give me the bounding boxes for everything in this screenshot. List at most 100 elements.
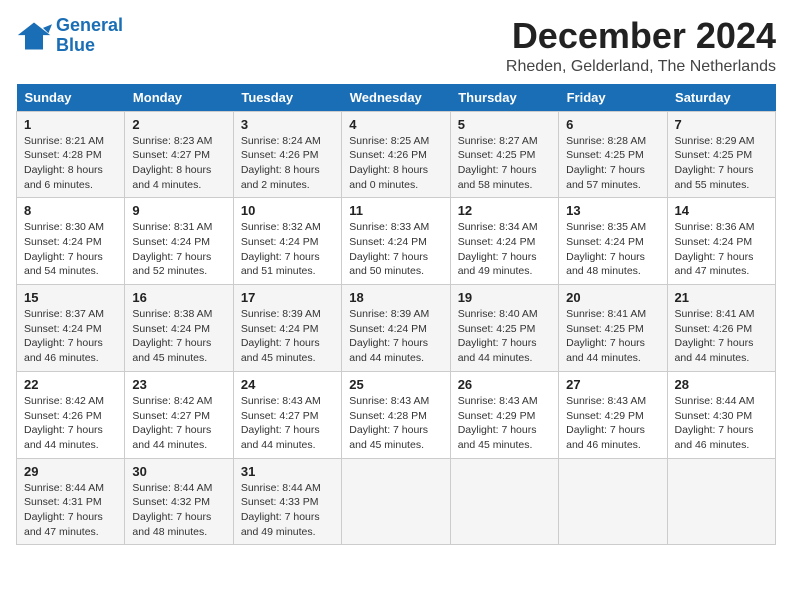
day-number: 16	[132, 290, 225, 305]
header-sunday: Sunday	[17, 84, 125, 112]
day-detail: Sunrise: 8:32 AMSunset: 4:24 PMDaylight:…	[241, 221, 321, 277]
page-header: General Blue December 2024 Rheden, Gelde…	[16, 16, 776, 76]
calendar-cell: 17 Sunrise: 8:39 AMSunset: 4:24 PMDaylig…	[233, 285, 341, 372]
day-detail: Sunrise: 8:44 AMSunset: 4:32 PMDaylight:…	[132, 482, 212, 538]
day-number: 2	[132, 117, 225, 132]
day-number: 3	[241, 117, 334, 132]
calendar-cell: 30 Sunrise: 8:44 AMSunset: 4:32 PMDaylig…	[125, 458, 233, 545]
day-detail: Sunrise: 8:29 AMSunset: 4:25 PMDaylight:…	[675, 135, 755, 191]
day-number: 8	[24, 203, 117, 218]
calendar-cell: 12 Sunrise: 8:34 AMSunset: 4:24 PMDaylig…	[450, 198, 558, 285]
day-number: 25	[349, 377, 442, 392]
day-detail: Sunrise: 8:43 AMSunset: 4:29 PMDaylight:…	[458, 395, 538, 451]
header-tuesday: Tuesday	[233, 84, 341, 112]
header-friday: Friday	[559, 84, 667, 112]
day-detail: Sunrise: 8:37 AMSunset: 4:24 PMDaylight:…	[24, 308, 104, 364]
calendar-cell: 26 Sunrise: 8:43 AMSunset: 4:29 PMDaylig…	[450, 371, 558, 458]
day-detail: Sunrise: 8:39 AMSunset: 4:24 PMDaylight:…	[241, 308, 321, 364]
day-detail: Sunrise: 8:44 AMSunset: 4:33 PMDaylight:…	[241, 482, 321, 538]
calendar-cell: 10 Sunrise: 8:32 AMSunset: 4:24 PMDaylig…	[233, 198, 341, 285]
day-detail: Sunrise: 8:44 AMSunset: 4:31 PMDaylight:…	[24, 482, 104, 538]
calendar-cell: 13 Sunrise: 8:35 AMSunset: 4:24 PMDaylig…	[559, 198, 667, 285]
calendar-cell: 8 Sunrise: 8:30 AMSunset: 4:24 PMDayligh…	[17, 198, 125, 285]
calendar-week-2: 8 Sunrise: 8:30 AMSunset: 4:24 PMDayligh…	[17, 198, 776, 285]
day-number: 30	[132, 464, 225, 479]
day-number: 15	[24, 290, 117, 305]
day-number: 1	[24, 117, 117, 132]
day-detail: Sunrise: 8:41 AMSunset: 4:25 PMDaylight:…	[566, 308, 646, 364]
logo: General Blue	[16, 16, 123, 56]
day-number: 14	[675, 203, 768, 218]
calendar-cell: 24 Sunrise: 8:43 AMSunset: 4:27 PMDaylig…	[233, 371, 341, 458]
location-title: Rheden, Gelderland, The Netherlands	[506, 58, 776, 76]
day-number: 20	[566, 290, 659, 305]
day-detail: Sunrise: 8:27 AMSunset: 4:25 PMDaylight:…	[458, 135, 538, 191]
calendar-cell: 2 Sunrise: 8:23 AMSunset: 4:27 PMDayligh…	[125, 111, 233, 198]
calendar-cell: 18 Sunrise: 8:39 AMSunset: 4:24 PMDaylig…	[342, 285, 450, 372]
calendar-cell: 21 Sunrise: 8:41 AMSunset: 4:26 PMDaylig…	[667, 285, 775, 372]
calendar-cell: 3 Sunrise: 8:24 AMSunset: 4:26 PMDayligh…	[233, 111, 341, 198]
calendar-cell: 27 Sunrise: 8:43 AMSunset: 4:29 PMDaylig…	[559, 371, 667, 458]
day-number: 23	[132, 377, 225, 392]
calendar-cell: 23 Sunrise: 8:42 AMSunset: 4:27 PMDaylig…	[125, 371, 233, 458]
header-saturday: Saturday	[667, 84, 775, 112]
calendar-cell: 22 Sunrise: 8:42 AMSunset: 4:26 PMDaylig…	[17, 371, 125, 458]
title-block: December 2024 Rheden, Gelderland, The Ne…	[506, 16, 776, 76]
day-number: 31	[241, 464, 334, 479]
day-detail: Sunrise: 8:44 AMSunset: 4:30 PMDaylight:…	[675, 395, 755, 451]
calendar-cell: 29 Sunrise: 8:44 AMSunset: 4:31 PMDaylig…	[17, 458, 125, 545]
calendar-cell: 7 Sunrise: 8:29 AMSunset: 4:25 PMDayligh…	[667, 111, 775, 198]
calendar-cell: 20 Sunrise: 8:41 AMSunset: 4:25 PMDaylig…	[559, 285, 667, 372]
calendar-cell	[559, 458, 667, 545]
day-detail: Sunrise: 8:38 AMSunset: 4:24 PMDaylight:…	[132, 308, 212, 364]
day-detail: Sunrise: 8:41 AMSunset: 4:26 PMDaylight:…	[675, 308, 755, 364]
calendar-cell: 9 Sunrise: 8:31 AMSunset: 4:24 PMDayligh…	[125, 198, 233, 285]
day-detail: Sunrise: 8:39 AMSunset: 4:24 PMDaylight:…	[349, 308, 429, 364]
calendar-cell: 28 Sunrise: 8:44 AMSunset: 4:30 PMDaylig…	[667, 371, 775, 458]
day-detail: Sunrise: 8:43 AMSunset: 4:28 PMDaylight:…	[349, 395, 429, 451]
day-number: 10	[241, 203, 334, 218]
header-wednesday: Wednesday	[342, 84, 450, 112]
calendar-header-row: SundayMondayTuesdayWednesdayThursdayFrid…	[17, 84, 776, 112]
calendar-week-1: 1 Sunrise: 8:21 AMSunset: 4:28 PMDayligh…	[17, 111, 776, 198]
day-number: 17	[241, 290, 334, 305]
calendar-cell: 4 Sunrise: 8:25 AMSunset: 4:26 PMDayligh…	[342, 111, 450, 198]
day-number: 13	[566, 203, 659, 218]
day-detail: Sunrise: 8:35 AMSunset: 4:24 PMDaylight:…	[566, 221, 646, 277]
calendar-cell: 11 Sunrise: 8:33 AMSunset: 4:24 PMDaylig…	[342, 198, 450, 285]
day-detail: Sunrise: 8:25 AMSunset: 4:26 PMDaylight:…	[349, 135, 429, 191]
month-title: December 2024	[506, 16, 776, 56]
day-number: 5	[458, 117, 551, 132]
calendar-week-4: 22 Sunrise: 8:42 AMSunset: 4:26 PMDaylig…	[17, 371, 776, 458]
calendar-week-5: 29 Sunrise: 8:44 AMSunset: 4:31 PMDaylig…	[17, 458, 776, 545]
calendar-cell: 19 Sunrise: 8:40 AMSunset: 4:25 PMDaylig…	[450, 285, 558, 372]
day-number: 29	[24, 464, 117, 479]
day-detail: Sunrise: 8:34 AMSunset: 4:24 PMDaylight:…	[458, 221, 538, 277]
day-number: 11	[349, 203, 442, 218]
day-detail: Sunrise: 8:40 AMSunset: 4:25 PMDaylight:…	[458, 308, 538, 364]
day-number: 9	[132, 203, 225, 218]
day-number: 19	[458, 290, 551, 305]
header-monday: Monday	[125, 84, 233, 112]
calendar-cell: 15 Sunrise: 8:37 AMSunset: 4:24 PMDaylig…	[17, 285, 125, 372]
day-detail: Sunrise: 8:42 AMSunset: 4:27 PMDaylight:…	[132, 395, 212, 451]
calendar-table: SundayMondayTuesdayWednesdayThursdayFrid…	[16, 84, 776, 546]
calendar-cell	[667, 458, 775, 545]
day-number: 6	[566, 117, 659, 132]
day-detail: Sunrise: 8:23 AMSunset: 4:27 PMDaylight:…	[132, 135, 212, 191]
calendar-cell: 14 Sunrise: 8:36 AMSunset: 4:24 PMDaylig…	[667, 198, 775, 285]
calendar-cell: 6 Sunrise: 8:28 AMSunset: 4:25 PMDayligh…	[559, 111, 667, 198]
calendar-cell: 5 Sunrise: 8:27 AMSunset: 4:25 PMDayligh…	[450, 111, 558, 198]
day-detail: Sunrise: 8:30 AMSunset: 4:24 PMDaylight:…	[24, 221, 104, 277]
day-number: 7	[675, 117, 768, 132]
day-number: 12	[458, 203, 551, 218]
calendar-cell	[450, 458, 558, 545]
calendar-cell: 25 Sunrise: 8:43 AMSunset: 4:28 PMDaylig…	[342, 371, 450, 458]
day-number: 21	[675, 290, 768, 305]
day-number: 24	[241, 377, 334, 392]
header-thursday: Thursday	[450, 84, 558, 112]
day-detail: Sunrise: 8:31 AMSunset: 4:24 PMDaylight:…	[132, 221, 212, 277]
calendar-cell: 1 Sunrise: 8:21 AMSunset: 4:28 PMDayligh…	[17, 111, 125, 198]
day-number: 28	[675, 377, 768, 392]
day-detail: Sunrise: 8:33 AMSunset: 4:24 PMDaylight:…	[349, 221, 429, 277]
